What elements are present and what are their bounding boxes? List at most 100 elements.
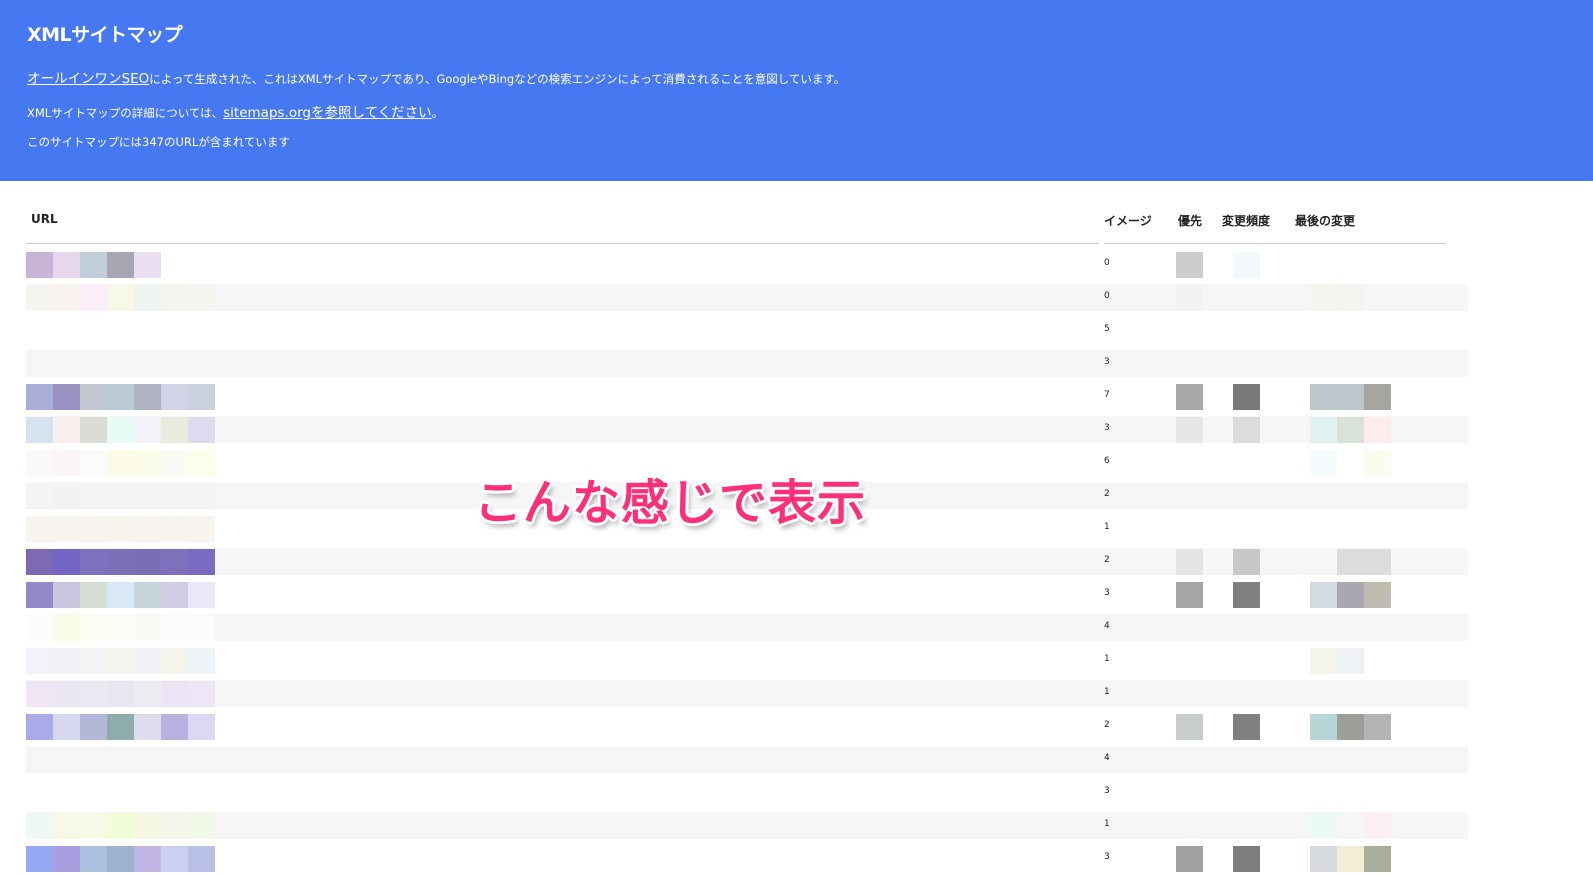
image-count-cell: 2 (1104, 555, 1110, 565)
image-count-cell: 2 (1104, 489, 1110, 499)
column-header-images[interactable]: イメージ (1104, 212, 1152, 229)
redacted-url-block (53, 384, 80, 410)
redacted-url-block (80, 615, 107, 641)
redacted-url-block (80, 417, 107, 443)
redacted-url-block (188, 450, 215, 476)
url-cell[interactable] (26, 285, 296, 311)
url-cell[interactable] (26, 714, 296, 740)
image-count-cell: 7 (1104, 390, 1110, 400)
redacted-url-block (26, 813, 53, 839)
redacted-url-block (107, 285, 134, 311)
info-text-end: 。 (431, 106, 444, 120)
redacted-url-block (134, 714, 161, 740)
redacted-value-block (1364, 582, 1391, 608)
url-cell[interactable] (26, 450, 296, 476)
url-cell[interactable] (26, 384, 296, 410)
intro-line: オールインワンSEOによって生成された、これはXMLサイトマップであり、Goog… (27, 67, 845, 87)
redacted-url-block (134, 681, 161, 707)
intro-text: によって生成された、これはXMLサイトマップであり、GoogleやBingなどの… (149, 72, 846, 86)
redacted-url-block (161, 384, 188, 410)
table-row: 0 (0, 281, 1593, 314)
url-cell[interactable] (26, 549, 296, 575)
redacted-url-block (188, 846, 215, 872)
column-header-changefreq[interactable]: 変更頻度 (1222, 212, 1270, 229)
column-header-priority[interactable]: 優先 (1178, 212, 1202, 229)
redacted-url-block (26, 483, 53, 509)
image-count-cell: 2 (1104, 720, 1110, 730)
redacted-url-block (26, 648, 53, 674)
redacted-url-block (161, 417, 188, 443)
url-cell[interactable] (26, 615, 296, 641)
column-header-url[interactable]: URL (31, 212, 58, 226)
table-row: 2 (0, 710, 1593, 743)
redacted-value-block (1337, 285, 1364, 311)
redacted-url-block (53, 681, 80, 707)
url-cell[interactable] (26, 681, 296, 707)
redacted-url-block (134, 285, 161, 311)
redacted-url-block (188, 681, 215, 707)
redacted-value-block (1176, 384, 1203, 410)
redacted-value-block (1364, 813, 1391, 839)
redacted-url-block (53, 615, 80, 641)
url-cell[interactable] (26, 582, 296, 608)
info-text: XMLサイトマップの詳細については、 (27, 106, 224, 120)
info-line: XMLサイトマップの詳細については、sitemaps.orgを参照してください。 (27, 101, 443, 121)
redacted-url-block (26, 615, 53, 641)
redacted-value-block (1364, 714, 1391, 740)
url-cell[interactable] (26, 846, 296, 872)
redacted-url-block (107, 450, 134, 476)
redacted-url-block (161, 516, 188, 542)
redacted-url-block (26, 549, 53, 575)
redacted-url-block (188, 549, 215, 575)
redacted-value-block (1310, 813, 1337, 839)
redacted-url-block (107, 582, 134, 608)
url-cell[interactable] (26, 648, 296, 674)
redacted-url-block (26, 450, 53, 476)
redacted-url-block (107, 846, 134, 872)
redacted-url-block (26, 582, 53, 608)
url-cell[interactable] (26, 780, 296, 806)
table-row: 3 (0, 578, 1593, 611)
redacted-url-block (134, 252, 161, 278)
redacted-url-block (134, 582, 161, 608)
url-cell[interactable] (26, 252, 296, 278)
redacted-url-block (107, 615, 134, 641)
redacted-url-block (80, 681, 107, 707)
redacted-value-block (1337, 549, 1364, 575)
redacted-url-block (134, 384, 161, 410)
image-count-cell: 1 (1104, 522, 1110, 532)
redacted-url-block (107, 516, 134, 542)
table-row: 3 (0, 842, 1593, 875)
redacted-value-block (1364, 450, 1391, 476)
url-cell[interactable] (26, 318, 296, 344)
aioseo-link[interactable]: オールインワンSEO (27, 71, 149, 87)
redacted-url-block (161, 285, 188, 311)
redacted-url-block (188, 384, 215, 410)
image-count-cell: 3 (1104, 786, 1110, 796)
redacted-url-block (53, 285, 80, 311)
url-cell[interactable] (26, 516, 296, 542)
redacted-url-block (53, 549, 80, 575)
redacted-url-block (134, 516, 161, 542)
redacted-value-block (1176, 714, 1203, 740)
image-count-cell: 0 (1104, 258, 1110, 268)
redacted-value-block (1233, 549, 1260, 575)
redacted-url-block (134, 450, 161, 476)
table-row: 3 (0, 413, 1593, 446)
redacted-url-block (80, 252, 107, 278)
redacted-url-block (80, 549, 107, 575)
redacted-url-block (107, 384, 134, 410)
redacted-url-block (107, 549, 134, 575)
column-header-lastmod[interactable]: 最後の変更 (1295, 212, 1355, 229)
url-cell[interactable] (26, 747, 296, 773)
url-cell[interactable] (26, 417, 296, 443)
redacted-value-block (1233, 285, 1260, 311)
sitemaps-org-link[interactable]: sitemaps.orgを参照してください (223, 105, 432, 121)
redacted-value-block (1337, 384, 1364, 410)
redacted-value-block (1337, 417, 1364, 443)
table-row: 3 (0, 347, 1593, 380)
image-count-cell: 1 (1104, 819, 1110, 829)
url-cell[interactable] (26, 813, 296, 839)
url-cell[interactable] (26, 483, 296, 509)
url-cell[interactable] (26, 351, 296, 377)
